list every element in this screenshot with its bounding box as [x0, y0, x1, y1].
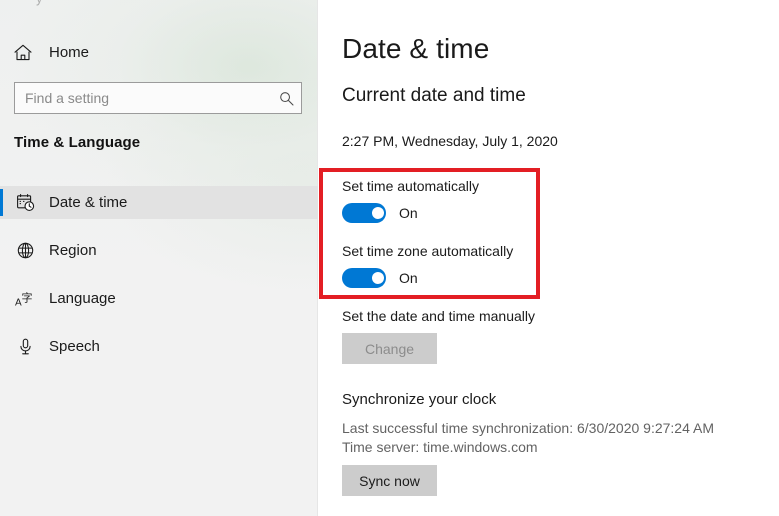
clipped-top-text: y: [36, 0, 43, 6]
category-title: Time & Language: [14, 134, 141, 151]
set-timezone-automatically-label: Set time zone automatically: [342, 243, 514, 259]
sync-now-button[interactable]: Sync now: [342, 465, 437, 496]
sidebar-item-label: Speech: [49, 338, 100, 355]
language-icon: A 字: [14, 288, 36, 310]
set-date-time-manually-label: Set the date and time manually: [342, 308, 536, 324]
set-timezone-automatically-row: On: [342, 268, 418, 288]
sidebar-nav-list: Date & time Region A 字 Language Speech: [0, 186, 318, 378]
search-box[interactable]: [14, 82, 302, 114]
page-title: Date & time: [342, 33, 490, 64]
set-time-automatically-label: Set time automatically: [342, 178, 479, 194]
calendar-clock-icon: [14, 192, 36, 214]
synchronize-clock-heading: Synchronize your clock: [342, 391, 497, 408]
globe-icon: [14, 240, 36, 262]
sidebar-item-language[interactable]: A 字 Language: [0, 282, 318, 315]
sidebar-item-date-time[interactable]: Date & time: [0, 186, 318, 219]
home-button[interactable]: Home: [0, 36, 318, 68]
toggle-knob: [372, 207, 384, 219]
sidebar-item-label: Date & time: [49, 194, 128, 211]
sidebar-item-region[interactable]: Region: [0, 234, 318, 267]
set-timezone-automatically-toggle[interactable]: [342, 268, 386, 288]
settings-window: y Home Time & Language: [0, 0, 779, 516]
toggle-knob: [372, 272, 384, 284]
microphone-icon: [14, 336, 36, 358]
sidebar: y Home Time & Language: [0, 0, 318, 516]
set-time-automatically-row: On: [342, 203, 418, 223]
set-timezone-automatically-state: On: [399, 270, 418, 286]
time-server-text: Time server: time.windows.com: [342, 439, 538, 455]
last-sync-text: Last successful time synchronization: 6/…: [342, 420, 714, 436]
sidebar-item-speech[interactable]: Speech: [0, 330, 318, 363]
set-time-automatically-state: On: [399, 205, 418, 221]
sidebar-item-label: Region: [49, 242, 97, 259]
change-button[interactable]: Change: [342, 333, 437, 364]
svg-text:字: 字: [22, 291, 33, 305]
home-label: Home: [49, 43, 90, 61]
search-icon[interactable]: [271, 83, 301, 113]
home-icon: [14, 42, 36, 62]
sidebar-item-label: Language: [49, 290, 116, 307]
search-input[interactable]: [15, 83, 271, 113]
set-time-automatically-toggle[interactable]: [342, 203, 386, 223]
current-date-time-value: 2:27 PM, Wednesday, July 1, 2020: [342, 133, 558, 149]
selection-indicator: [0, 189, 3, 216]
main-content: Date & time Current date and time 2:27 P…: [318, 0, 779, 516]
current-date-time-heading: Current date and time: [342, 85, 526, 106]
